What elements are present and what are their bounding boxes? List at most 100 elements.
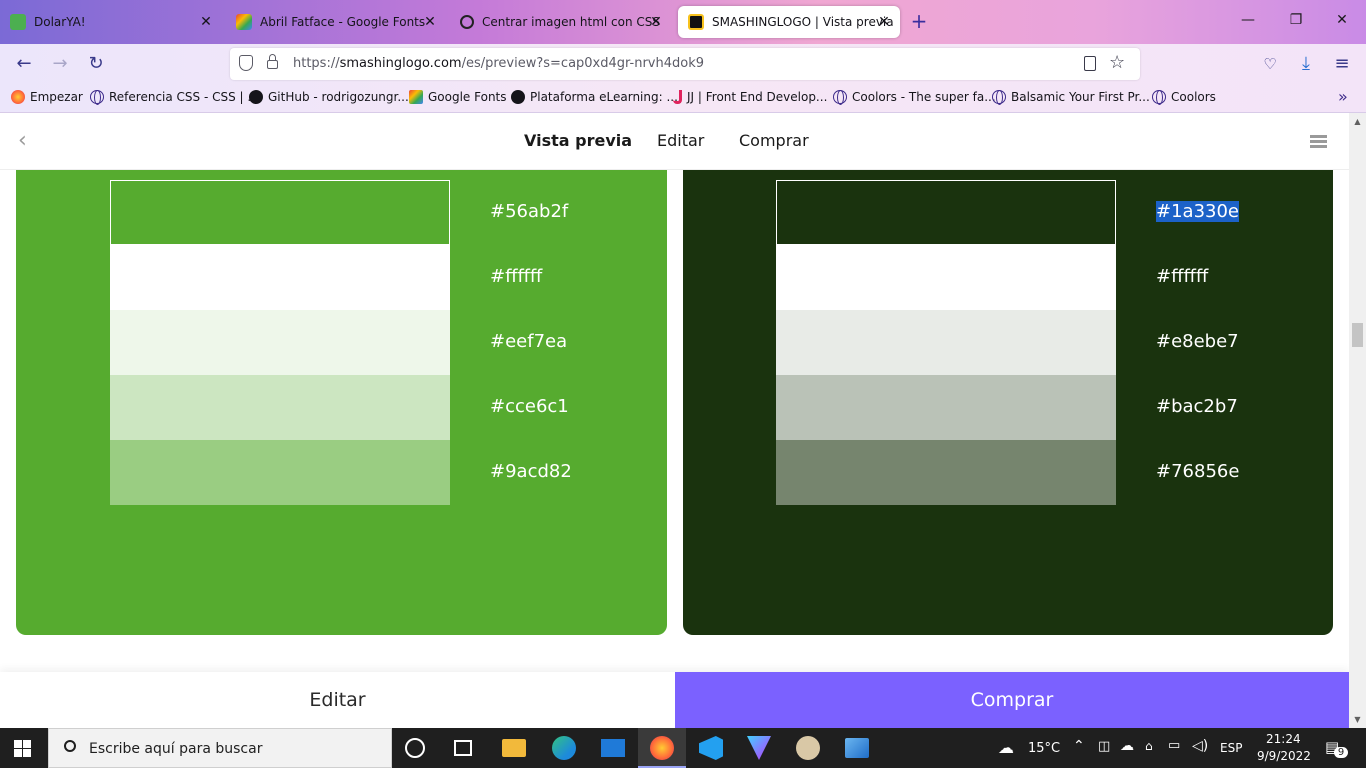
- more-bookmarks-chevron-icon[interactable]: »: [1338, 87, 1348, 106]
- close-tab-icon[interactable]: ✕: [198, 14, 214, 30]
- show-hidden-icons-chevron-icon[interactable]: ⌃: [1073, 738, 1085, 754]
- vite-icon[interactable]: [747, 736, 771, 760]
- input-language[interactable]: ESP: [1220, 741, 1242, 755]
- hex-code-label[interactable]: #56ab2f: [490, 201, 568, 222]
- color-swatch[interactable]: [776, 245, 1116, 310]
- hex-code-label[interactable]: #ffffff: [1156, 266, 1208, 287]
- color-swatch[interactable]: [110, 245, 450, 310]
- mail-icon[interactable]: [601, 739, 625, 757]
- url-text[interactable]: https://smashinglogo.com/es/preview?s=ca…: [293, 56, 704, 71]
- hex-code-label[interactable]: #9acd82: [490, 461, 572, 482]
- close-tab-icon[interactable]: ✕: [648, 14, 664, 30]
- nav-buy-tab[interactable]: Comprar: [739, 131, 809, 150]
- color-swatch[interactable]: [776, 180, 1116, 245]
- nav-edit-tab[interactable]: Editar: [657, 131, 704, 150]
- tab-bar: DolarYA! ✕ Abril Fatface - Google Fonts …: [0, 0, 1366, 44]
- clock-date[interactable]: 9/9/2022: [1257, 749, 1311, 763]
- bookmark-balsamic[interactable]: Balsamic Your First Pr...: [992, 90, 1150, 105]
- hex-code-label[interactable]: #eef7ea: [490, 331, 567, 352]
- bookmark-label: Referencia CSS - CSS | ...: [109, 90, 259, 104]
- hamburger-menu-icon[interactable]: [1310, 135, 1327, 149]
- globe-icon: [90, 90, 104, 105]
- back-arrow-icon[interactable]: ←: [13, 53, 35, 75]
- tracking-shield-icon[interactable]: [239, 55, 253, 71]
- paint-icon[interactable]: [796, 736, 820, 760]
- reader-view-icon[interactable]: [1084, 56, 1096, 71]
- color-swatch[interactable]: [776, 440, 1116, 505]
- forward-arrow-icon[interactable]: →: [49, 53, 71, 75]
- vscode-icon[interactable]: [699, 736, 723, 760]
- hex-code-label[interactable]: #76856e: [1156, 461, 1239, 482]
- tab-dolarya[interactable]: DolarYA! ✕: [0, 6, 222, 38]
- cortana-icon[interactable]: [405, 738, 425, 758]
- page-scrollbar[interactable]: ▲ ▼: [1349, 113, 1366, 728]
- tab-google-fonts[interactable]: Abril Fatface - Google Fonts ✕: [226, 6, 446, 38]
- scroll-down-arrow-icon[interactable]: ▼: [1352, 715, 1363, 724]
- task-view-icon[interactable]: [454, 740, 472, 756]
- bookmark-coolors[interactable]: Coolors: [1152, 90, 1216, 105]
- scroll-up-arrow-icon[interactable]: ▲: [1352, 117, 1363, 126]
- clock-time[interactable]: 21:24: [1266, 732, 1301, 746]
- firefox-taskbar-icon[interactable]: [650, 736, 674, 760]
- onedrive-icon[interactable]: ☁: [1120, 738, 1134, 754]
- color-swatch[interactable]: [776, 310, 1116, 375]
- weather-temperature[interactable]: 15°C: [1028, 741, 1060, 756]
- display-icon[interactable]: ▭: [1168, 738, 1180, 753]
- bookmark-github[interactable]: GitHub - rodrigozungr...: [249, 90, 409, 104]
- navigation-bar: ← → ↻ https://smashinglogo.com/es/previe…: [0, 44, 1366, 84]
- edit-button[interactable]: Editar: [0, 672, 675, 728]
- color-swatch[interactable]: [110, 440, 450, 505]
- back-chevron-icon[interactable]: ‹: [18, 129, 27, 153]
- nav-preview-tab[interactable]: Vista previa: [524, 131, 632, 150]
- menu-icon[interactable]: ≡: [1331, 53, 1353, 75]
- hex-code-label[interactable]: #cce6c1: [490, 396, 569, 417]
- new-tab-plus-icon[interactable]: +: [908, 11, 930, 31]
- downloads-icon[interactable]: ⤓: [1295, 53, 1317, 75]
- color-swatch[interactable]: [110, 375, 450, 440]
- scrollbar-thumb[interactable]: [1352, 323, 1363, 347]
- globe-icon: [992, 90, 1006, 105]
- reload-icon[interactable]: ↻: [85, 53, 107, 75]
- network-icon[interactable]: ⌂: [1145, 739, 1153, 753]
- bottom-action-bar: Editar Comprar: [0, 672, 1349, 728]
- bookmark-jj-front-end[interactable]: JJ | Front End Develop...: [673, 90, 827, 104]
- bookmark-star-icon[interactable]: ☆: [1109, 52, 1125, 73]
- taskbar-search-box[interactable]: Escribe aquí para buscar: [48, 728, 392, 768]
- hex-code-label-selected[interactable]: #1a330e: [1156, 201, 1239, 222]
- tab-label: Centrar imagen html con CSS: [482, 15, 661, 29]
- tab-smashinglogo[interactable]: SMASHINGLOGO | Vista previa ✕: [678, 6, 900, 38]
- hex-code-label[interactable]: #ffffff: [490, 266, 542, 287]
- bookmark-referencia-css[interactable]: Referencia CSS - CSS | ...: [90, 90, 259, 105]
- color-swatch[interactable]: [110, 180, 450, 245]
- close-tab-icon[interactable]: ✕: [876, 14, 892, 30]
- color-swatch[interactable]: [776, 375, 1116, 440]
- file-explorer-icon[interactable]: [502, 739, 526, 757]
- restore-icon[interactable]: ❐: [1286, 12, 1306, 28]
- bookmark-google-fonts[interactable]: Google Fonts: [409, 90, 507, 104]
- close-window-icon[interactable]: ✕: [1332, 12, 1352, 28]
- hex-code-label[interactable]: #e8ebe7: [1156, 331, 1239, 352]
- windows-start-icon[interactable]: [14, 740, 31, 757]
- close-tab-icon[interactable]: ✕: [422, 14, 438, 30]
- photos-icon[interactable]: [845, 738, 869, 758]
- google-fonts-icon: [409, 90, 423, 104]
- lock-icon[interactable]: [267, 60, 278, 69]
- color-swatch[interactable]: [110, 310, 450, 375]
- palette-panel-dark: #1a330e #ffffff #e8ebe7 #bac2b7 #76856e: [683, 170, 1333, 635]
- bookmark-label: Coolors - The super fa...: [852, 90, 996, 104]
- bookmark-empezar[interactable]: Empezar: [11, 90, 83, 104]
- bookmark-label: Google Fonts: [428, 90, 507, 104]
- weather-cloud-icon[interactable]: ☁: [998, 738, 1014, 757]
- volume-icon[interactable]: ◁): [1192, 738, 1208, 754]
- pocket-icon[interactable]: ♡: [1259, 53, 1281, 75]
- minimize-icon[interactable]: —: [1238, 12, 1258, 28]
- address-bar[interactable]: https://smashinglogo.com/es/preview?s=ca…: [230, 48, 1140, 80]
- tab-centrar-imagen[interactable]: Centrar imagen html con CSS ✕: [450, 6, 672, 38]
- edge-icon[interactable]: [552, 736, 576, 760]
- url-path: /es/preview?s=cap0xd4gr-nrvh4dok9: [461, 56, 705, 71]
- buy-button[interactable]: Comprar: [675, 672, 1349, 728]
- bookmark-coolors-super[interactable]: Coolors - The super fa...: [833, 90, 996, 105]
- meet-now-icon[interactable]: ◫: [1098, 739, 1110, 754]
- hex-code-label[interactable]: #bac2b7: [1156, 396, 1238, 417]
- bookmark-plataforma-elearning[interactable]: Plataforma eLearning: ...: [511, 90, 678, 104]
